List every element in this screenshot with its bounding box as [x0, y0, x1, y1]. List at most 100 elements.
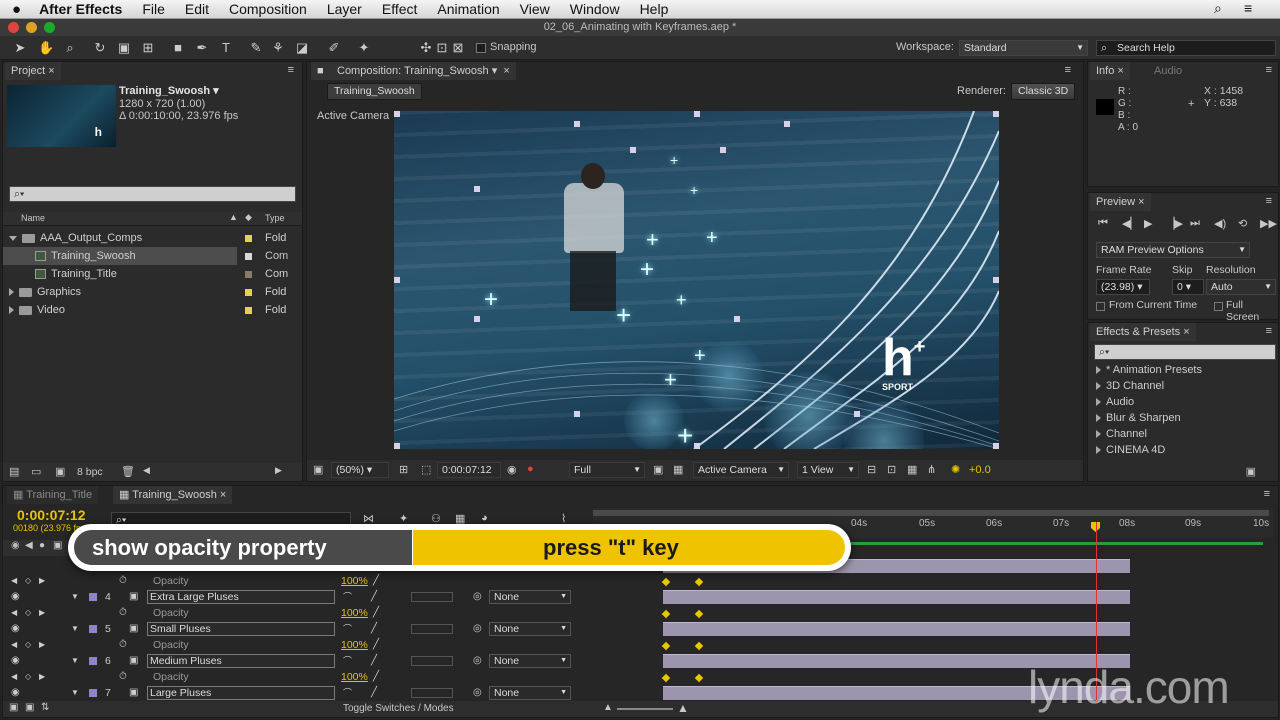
panel-menu-icon[interactable]: ≡ [1065, 64, 1071, 76]
label-color-icon[interactable] [89, 593, 97, 601]
layer-handle[interactable] [694, 111, 700, 117]
menu-window[interactable]: Window [560, 1, 630, 17]
quality-switch-icon[interactable]: ╱ [371, 589, 377, 605]
timeline-icon[interactable]: ▦ [907, 463, 917, 476]
menu-effect[interactable]: Effect [372, 1, 428, 17]
property-value[interactable]: 100% [341, 605, 368, 621]
project-item-graphics[interactable]: Graphics Fold [3, 283, 302, 301]
mask-visibility-icon[interactable]: ⬚ [421, 463, 431, 476]
time-zoom-slider[interactable] [617, 708, 673, 710]
layer-property-row[interactable]: ◀ ◇ ▶ ⏱ Opacity 100% ╱ [3, 669, 592, 685]
last-frame-icon[interactable]: ⏭ [1190, 217, 1200, 230]
list-icon[interactable]: ≡ [1244, 0, 1252, 16]
label-swatch[interactable] [245, 307, 252, 314]
snapping-checkbox[interactable] [476, 43, 486, 53]
axis-view-icon[interactable]: ⊠ [450, 40, 466, 56]
layer-name[interactable]: Medium Pluses [147, 654, 335, 668]
quality-switch-icon[interactable]: ╱ [371, 621, 377, 637]
interpret-footage-icon[interactable]: ▤ [9, 465, 19, 478]
expand-icon[interactable] [1096, 430, 1101, 439]
shy-switch-icon[interactable]: ⌒ [343, 653, 352, 669]
hand-tool-icon[interactable]: ✋ [38, 40, 54, 56]
eye-icon[interactable]: ◉ [11, 621, 20, 637]
add-keyframe-icon[interactable]: ◇ [25, 605, 31, 621]
tab-project[interactable]: Project × [5, 62, 61, 80]
selected-item-name[interactable]: Training_Swoosh ▾ [119, 84, 219, 97]
panel-menu-icon[interactable]: ≡ [1264, 488, 1270, 500]
effects-item[interactable]: Channel [1096, 428, 1147, 440]
parent-select[interactable]: None ▼ [489, 654, 571, 668]
layer-handle[interactable] [720, 147, 726, 153]
layer-handle[interactable] [394, 443, 400, 449]
stopwatch-icon[interactable]: ⏱ [119, 669, 127, 685]
add-keyframe-icon[interactable]: ◇ [25, 669, 31, 685]
rectangle-tool-icon[interactable]: ■ [170, 40, 186, 56]
composition-viewer[interactable]: + + + + + + + + + + + h+ SPORT [394, 111, 999, 449]
new-composition-icon[interactable]: ▣ [55, 465, 65, 478]
layer-handle[interactable] [993, 443, 999, 449]
effects-item[interactable]: Blur & Sharpen [1096, 412, 1181, 424]
label-swatch[interactable] [245, 271, 252, 278]
workspace-select[interactable]: Standard ▼ [959, 40, 1088, 56]
zoom-select[interactable]: (50%) ▾ [331, 462, 389, 478]
flowchart-icon[interactable]: ⋔ [927, 463, 936, 476]
loop-icon[interactable]: ⟲ [1238, 217, 1247, 230]
effects-item[interactable]: * Animation Presets [1096, 364, 1202, 376]
layer-handle[interactable] [394, 111, 400, 117]
shy-switch-icon[interactable]: ⌒ [343, 589, 352, 605]
column-name[interactable]: Name [21, 213, 45, 223]
safe-zones-icon[interactable]: ⊞ [399, 463, 408, 476]
play-icon[interactable]: ▶ [1144, 217, 1152, 230]
property-value[interactable]: 100% [341, 573, 368, 589]
skip-select[interactable]: 0 ▾ [1172, 279, 1204, 295]
quality-switch-icon[interactable]: ╱ [371, 653, 377, 669]
effects-item[interactable]: CINEMA 4D [1096, 444, 1165, 456]
camera-tool-icon[interactable]: ▣ [116, 40, 132, 56]
layer-handle[interactable] [474, 316, 480, 322]
keyframe-nav-prev-icon[interactable]: ◀ [11, 605, 17, 621]
transparency-grid-icon[interactable]: ▦ [673, 463, 683, 476]
new-preset-icon[interactable]: ▣ [1246, 465, 1256, 478]
eye-icon[interactable]: ◉ [11, 589, 20, 605]
project-search-input[interactable]: ⌕▾ [9, 186, 296, 202]
scroll-left-icon[interactable]: ◀ [143, 465, 150, 476]
label-color-icon[interactable] [89, 625, 97, 633]
expand-icon[interactable]: ▼ [71, 685, 79, 701]
switch-boxes[interactable] [411, 592, 453, 602]
parent-pickwhip-icon[interactable]: ◎ [473, 685, 482, 701]
tab-info[interactable]: Info × [1090, 62, 1130, 80]
work-area-bar[interactable] [593, 510, 1269, 516]
axis-world-icon[interactable]: ⊡ [434, 40, 450, 56]
puppet-tool-icon[interactable]: ✦ [356, 40, 372, 56]
renderer-button[interactable]: Classic 3D [1011, 83, 1076, 100]
layer-row[interactable]: ◉ ▼ 6 ▣ Medium Pluses ⌒ ╱ ◎ None ▼ [3, 653, 592, 669]
keyframe-nav-prev-icon[interactable]: ◀ [11, 669, 17, 685]
roto-brush-tool-icon[interactable]: ✐ [326, 40, 342, 56]
label-swatch[interactable] [245, 289, 252, 296]
brush-tool-icon[interactable]: ✎ [248, 40, 264, 56]
label-color-icon[interactable] [89, 689, 97, 697]
expand-transfer-controls-icon[interactable]: ▣ [25, 702, 34, 713]
shy-switch-icon[interactable]: ⌒ [343, 685, 352, 701]
tab-training-title[interactable]: ▦ Training_Title [7, 486, 99, 504]
comp-sub-tab[interactable]: Training_Swoosh [327, 83, 422, 100]
expand-icon[interactable] [1096, 398, 1101, 407]
label-color-icon[interactable] [89, 657, 97, 665]
toggle-switches-modes-button[interactable]: Toggle Switches / Modes [343, 703, 454, 714]
zoom-tool-icon[interactable]: ⌕ [62, 40, 78, 56]
layer-handle[interactable] [993, 111, 999, 117]
layer-handle[interactable] [394, 277, 400, 283]
layer-name[interactable]: Extra Large Pluses [147, 590, 335, 604]
tab-audio[interactable]: Audio [1148, 62, 1189, 80]
exposure-icon[interactable]: ✺ [951, 463, 960, 476]
label-swatch[interactable] [245, 253, 252, 260]
menu-edit[interactable]: Edit [175, 1, 219, 17]
layer-row[interactable]: ◉ ▼ 4 ▣ Extra Large Pluses ⌒ ╱ ◎ None ▼ [3, 589, 592, 605]
graph-icon[interactable]: ╱ [373, 573, 379, 589]
fast-previews-icon[interactable]: ⊡ [887, 463, 896, 476]
region-of-interest-icon[interactable]: ▣ [653, 463, 663, 476]
parent-select[interactable]: None ▼ [489, 622, 571, 636]
pen-tool-icon[interactable]: ✒ [194, 40, 210, 56]
expand-icon[interactable]: ▼ [71, 653, 79, 669]
expand-icon[interactable] [9, 288, 14, 297]
